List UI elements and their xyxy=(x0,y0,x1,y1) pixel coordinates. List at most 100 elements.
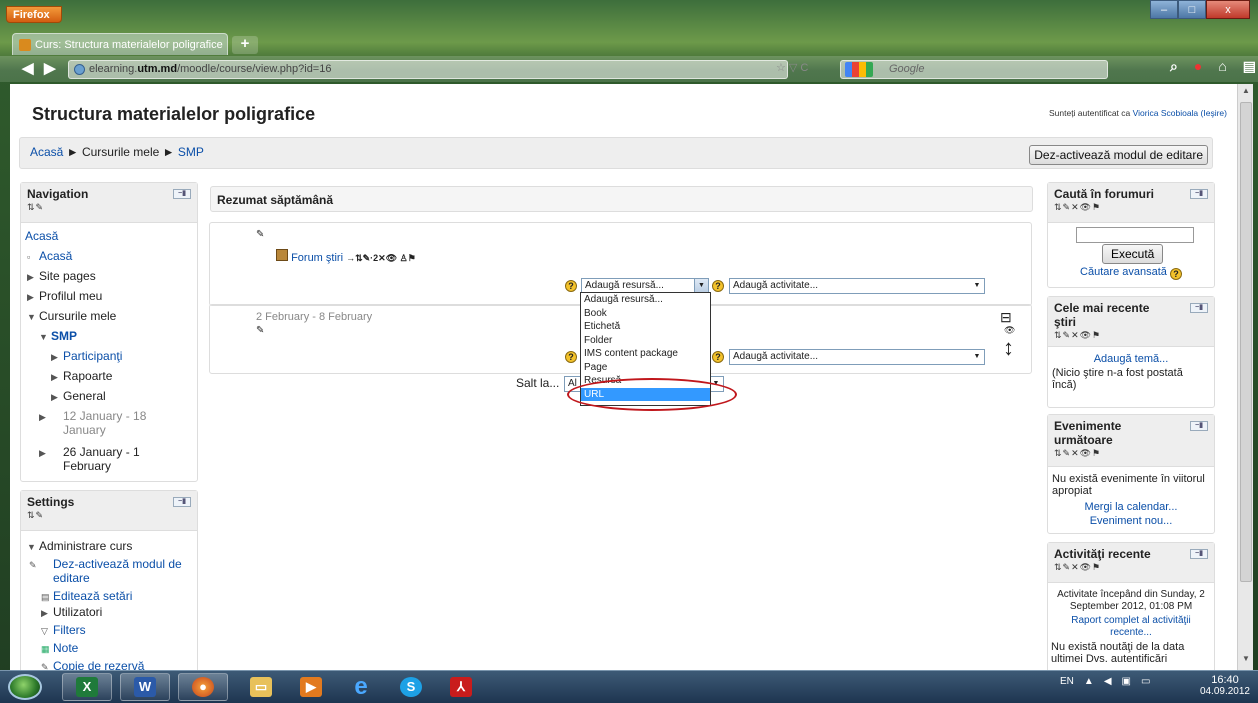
dropdown-option[interactable]: Folder xyxy=(581,334,710,348)
settings-item[interactable]: ✎ Dez-activează modul de editare xyxy=(29,557,191,585)
block-edit-icons[interactable]: ⇅✎ xyxy=(27,202,191,213)
dock-block-icon[interactable]: −▮ xyxy=(173,189,191,199)
google-search-engine-icon[interactable] xyxy=(845,62,873,77)
nav-item[interactable]: ▶ General xyxy=(51,389,106,403)
course-admin-node[interactable]: ▼ Administrare curs xyxy=(27,539,132,553)
back-arrow-icon[interactable]: ◀ xyxy=(22,59,34,77)
dock-block-icon[interactable]: −▮ xyxy=(1190,303,1208,313)
taskbar-word[interactable]: W xyxy=(120,673,170,701)
new-event-row[interactable]: Eveniment nou... xyxy=(1048,515,1214,527)
advanced-search[interactable]: Căutare avansată ? xyxy=(1048,266,1214,280)
help-icon[interactable]: ? xyxy=(565,351,577,363)
action-center-icon[interactable]: ▭ xyxy=(1141,676,1150,687)
forum-search-input[interactable] xyxy=(1076,227,1194,243)
add-activity-select[interactable]: Adaugă activitate... ▼ xyxy=(729,349,985,365)
help-icon[interactable]: ? xyxy=(1169,268,1182,280)
new-tab-button[interactable]: + xyxy=(232,36,258,54)
nav-home[interactable]: Acasă xyxy=(25,229,58,243)
activity-edit-icons[interactable]: →⇅✎·2✕👁 ♙⚑ xyxy=(346,253,416,263)
url-bar[interactable]: elearning.utm.md/moodle/course/view.php?… xyxy=(68,60,788,79)
search-bar[interactable]: Google xyxy=(840,60,1108,79)
page-scrollbar[interactable]: ▲ ▼ xyxy=(1237,84,1253,670)
advanced-search-link[interactable]: Căutare avansată xyxy=(1080,266,1167,278)
edit-summary-icon[interactable]: ✎ xyxy=(256,229,264,240)
forward-arrow-icon[interactable]: ▶ xyxy=(44,59,56,77)
settings-item-label[interactable]: Editează setări xyxy=(53,589,132,603)
block-edit-icons[interactable]: ⇅✎ xyxy=(27,510,191,521)
block-edit-icons[interactable]: ⇅✎✕👁⚑ xyxy=(1054,562,1208,573)
taskbar-explorer[interactable]: ▭ xyxy=(236,673,286,701)
taskbar-acrobat[interactable]: ⅄ xyxy=(436,673,486,701)
taskbar-firefox[interactable]: ● xyxy=(178,673,228,701)
start-button-icon[interactable] xyxy=(8,674,42,700)
nav-item[interactable]: ▶ 26 January - 1 February xyxy=(39,445,181,473)
add-topic[interactable]: Adaugă temă... xyxy=(1048,353,1214,365)
nav-item-label[interactable]: Acasă xyxy=(39,249,72,263)
reload-icon[interactable]: C xyxy=(800,62,811,74)
scroll-up-icon[interactable]: ▲ xyxy=(1238,86,1254,100)
tab-close-icon[interactable]: × xyxy=(227,39,228,50)
nav-item[interactable]: ▶ Participanţi xyxy=(51,349,122,363)
new-event-link[interactable]: Eveniment nou... xyxy=(1090,515,1173,527)
taskbar-skype[interactable]: S xyxy=(386,673,436,701)
home-icon[interactable]: ⌂ xyxy=(1218,58,1226,75)
bookmarks-icon[interactable]: ▤ xyxy=(1243,58,1256,75)
maximize-button[interactable]: □ xyxy=(1178,0,1206,19)
settings-item[interactable]: ▶ Utilizatori xyxy=(41,605,102,619)
edit-summary-icon[interactable]: ✎ xyxy=(256,325,264,336)
nav-item[interactable]: ▶ Rapoarte xyxy=(51,369,112,383)
taskbar-media-player[interactable]: ▶ xyxy=(286,673,336,701)
taskbar-clock[interactable]: 16:40 04.09.2012 xyxy=(1200,674,1250,698)
nav-item[interactable]: ▶ Site pages xyxy=(27,269,96,283)
language-indicator[interactable]: EN xyxy=(1060,676,1074,687)
nav-item[interactable]: ▼ Cursurile mele xyxy=(27,309,116,323)
add-topic-link[interactable]: Adaugă temă... xyxy=(1094,353,1169,365)
dropdown-option[interactable]: IMS content package xyxy=(581,347,710,361)
adblock-icon[interactable]: ● xyxy=(1194,58,1202,75)
help-icon[interactable]: ? xyxy=(565,280,577,292)
dropdown-option[interactable]: Book xyxy=(581,307,710,321)
dock-block-icon[interactable]: −▮ xyxy=(1190,549,1208,559)
settings-item-label[interactable]: Copie de rezervă xyxy=(53,659,144,670)
bookmark-star-icon[interactable]: ☆ xyxy=(776,62,789,74)
dock-block-icon[interactable]: −▮ xyxy=(1190,189,1208,199)
volume-icon[interactable]: ◀ xyxy=(1104,676,1112,687)
settings-item-label[interactable]: Dez-activează modul de editare xyxy=(53,557,182,585)
dropdown-option[interactable]: Page xyxy=(581,361,710,375)
dropdown-option[interactable]: Etichetă xyxy=(581,320,710,334)
full-report-link[interactable]: Raport complet al activităţii recente... xyxy=(1071,615,1191,638)
nav-item-label[interactable]: SMP xyxy=(51,329,77,343)
dropdown-icon[interactable]: ▽ xyxy=(789,62,800,74)
close-button[interactable]: x xyxy=(1206,0,1250,19)
taskbar-internet-explorer[interactable]: e xyxy=(336,673,386,701)
settings-item-label[interactable]: Filters xyxy=(53,623,86,637)
breadcrumb-course[interactable]: SMP xyxy=(178,145,204,159)
network-icon[interactable]: ▣ xyxy=(1122,676,1131,687)
settings-item[interactable]: ✎ Copie de rezervă xyxy=(41,659,144,670)
firefox-menu-button[interactable]: Firefox xyxy=(6,6,62,23)
site-identity-icon[interactable] xyxy=(74,64,85,75)
settings-item[interactable]: ▤ Editează setări xyxy=(41,589,132,603)
logout-link[interactable]: (Ieşire) xyxy=(1201,108,1227,118)
user-link[interactable]: Viorica Scobioala xyxy=(1133,108,1199,118)
taskbar-excel[interactable]: X xyxy=(62,673,112,701)
toggle-edit-mode-button[interactable]: Dez-activează modul de editare xyxy=(1029,145,1208,165)
block-edit-icons[interactable]: ⇅✎✕👁⚑ xyxy=(1054,448,1208,459)
nav-home-link[interactable]: Acasă xyxy=(25,229,58,243)
minimize-button[interactable]: – xyxy=(1150,0,1178,19)
block-edit-icons[interactable]: ⇅✎✕👁⚑ xyxy=(1054,202,1208,213)
settings-item-label[interactable]: Note xyxy=(53,641,78,655)
scroll-down-icon[interactable]: ▼ xyxy=(1238,654,1254,668)
breadcrumb-home[interactable]: Acasă xyxy=(30,145,63,159)
scrollbar-thumb[interactable] xyxy=(1240,102,1252,582)
block-edit-icons[interactable]: ⇅✎✕👁⚑ xyxy=(1054,330,1208,341)
move-section-icon[interactable]: ↕ xyxy=(1003,335,1014,361)
browser-tab[interactable]: Curs: Structura materialelor poligrafice… xyxy=(12,33,228,55)
nav-item-label[interactable]: Participanţi xyxy=(63,349,122,363)
forum-link[interactable]: Forum ştiri xyxy=(291,252,343,264)
help-icon[interactable]: ? xyxy=(712,280,724,292)
search-icon[interactable]: ⌕ xyxy=(1170,58,1178,75)
calendar-link[interactable]: Mergi la calendar... xyxy=(1085,501,1178,513)
add-activity-select[interactable]: Adaugă activitate... ▼ xyxy=(729,278,985,294)
dock-block-icon[interactable]: −▮ xyxy=(1190,421,1208,431)
